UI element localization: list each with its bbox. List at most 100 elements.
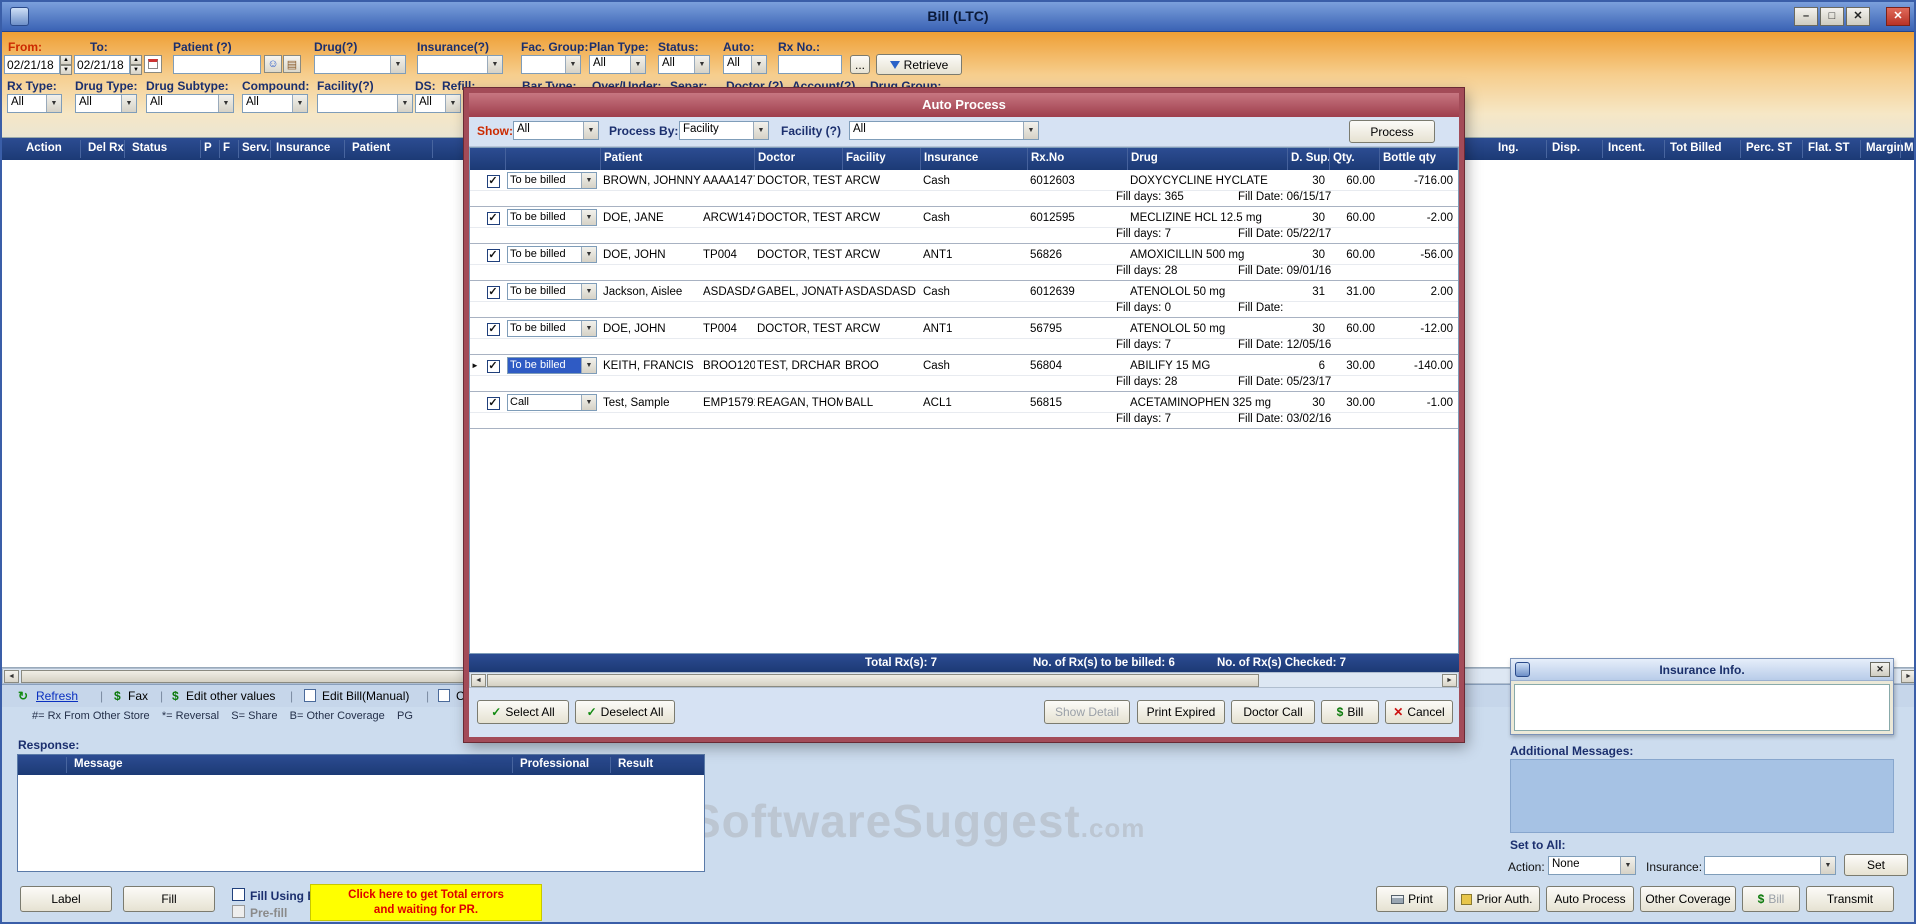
action-combo[interactable]: To be billed▼ — [507, 246, 597, 263]
rx-row[interactable]: To be billed▼ DOE, JANE ARCW147 DOCTOR, … — [470, 207, 1458, 244]
insurance-info-titlebar[interactable]: Insurance Info. ✕ — [1511, 659, 1893, 681]
more-button[interactable]: ... — [850, 55, 870, 74]
modal-bill-button[interactable]: $Bill — [1321, 700, 1379, 724]
col-margin[interactable]: Margin — [1866, 142, 1904, 154]
status-select[interactable]: All▼ — [658, 55, 710, 74]
row-checkbox[interactable] — [480, 284, 506, 299]
scroll-thumb[interactable] — [487, 674, 1259, 687]
action-combo[interactable]: To be billed▼ — [507, 209, 597, 226]
action-combo[interactable]: To be billed▼ — [507, 172, 597, 189]
rx-type-select[interactable]: All▼ — [7, 94, 62, 113]
deselect-all-button[interactable]: ✓Deselect All — [575, 700, 675, 724]
to-date-input[interactable] — [74, 55, 130, 74]
rx-no-input[interactable] — [778, 55, 842, 74]
facility-select[interactable]: ▼ — [317, 94, 413, 113]
label-button[interactable]: Label — [20, 886, 112, 912]
find-patient-icon[interactable]: ☺ — [264, 55, 282, 73]
rx-row[interactable]: To be billed▼ Jackson, Aislee ASDASDA GA… — [470, 281, 1458, 318]
col-perc-st[interactable]: Perc. ST — [1746, 142, 1792, 154]
patient-list-icon[interactable]: ▤ — [283, 55, 301, 73]
mcol-drug[interactable]: Drug — [1128, 148, 1288, 170]
col-patient[interactable]: Patient — [352, 142, 390, 154]
mcol-facility[interactable]: Facility — [843, 148, 921, 170]
drug-subtype-select[interactable]: All▼ — [146, 94, 234, 113]
insurance-select[interactable]: ▼ — [417, 55, 503, 74]
prior-auth-button[interactable]: Prior Auth. — [1454, 886, 1540, 912]
scroll-left-icon[interactable]: ◄ — [4, 670, 19, 683]
refresh-link[interactable]: Refresh — [36, 689, 78, 703]
col-serv[interactable]: Serv. — [242, 142, 269, 154]
ds-select[interactable]: All▼ — [415, 94, 461, 113]
close-button[interactable]: ✕ — [1886, 7, 1910, 26]
col-status[interactable]: Status — [132, 142, 167, 154]
col-flat-st[interactable]: Flat. ST — [1808, 142, 1850, 154]
set-action-select[interactable]: None▼ — [1548, 856, 1636, 875]
set-insurance-select[interactable]: ▼ — [1704, 856, 1836, 875]
row-checkbox[interactable] — [480, 321, 506, 336]
rx-row[interactable]: To be billed▼ DOE, JOHN TP004 DOCTOR, TE… — [470, 244, 1458, 281]
total-errors-notice[interactable]: Click here to get Total errors and waiti… — [310, 884, 542, 921]
print-button[interactable]: Print — [1376, 886, 1448, 912]
scroll-left-icon[interactable]: ◄ — [471, 674, 486, 687]
col-del-rx[interactable]: Del Rx — [88, 142, 124, 154]
fac-group-select[interactable]: ▼ — [521, 55, 581, 74]
mcol-doctor[interactable]: Doctor — [755, 148, 843, 170]
mcol-bottle-qty[interactable]: Bottle qty — [1380, 148, 1458, 170]
maximize-button[interactable]: □ — [1820, 7, 1844, 26]
to-date-spinner[interactable]: ▲▼ — [130, 55, 142, 74]
rx-row[interactable]: Call▼ Test, Sample EMP15791 REAGAN, THOM… — [470, 392, 1458, 429]
auto-process-title[interactable]: Auto Process — [469, 93, 1459, 117]
col-insurance[interactable]: Insurance — [276, 142, 330, 154]
minimize-button[interactable]: – — [1794, 7, 1818, 26]
modal-hscrollbar[interactable]: ◄ ► — [469, 672, 1459, 688]
col-incent[interactable]: Incent. — [1608, 142, 1645, 154]
row-checkbox[interactable] — [480, 210, 506, 225]
col-ing[interactable]: Ing. — [1498, 142, 1518, 154]
row-checkbox[interactable] — [480, 358, 506, 373]
edit-bill-manual-button[interactable]: Edit Bill(Manual) — [322, 689, 409, 703]
set-button[interactable]: Set — [1844, 854, 1908, 876]
fill-button[interactable]: Fill — [123, 886, 215, 912]
auto-process-button[interactable]: Auto Process — [1546, 886, 1634, 912]
col-disp[interactable]: Disp. — [1552, 142, 1580, 154]
row-checkbox[interactable] — [480, 247, 506, 262]
fax-button[interactable]: Fax — [128, 689, 148, 703]
edit-other-values-button[interactable]: Edit other values — [186, 689, 275, 703]
from-date-spinner[interactable]: ▲▼ — [60, 55, 72, 74]
select-all-button[interactable]: ✓Select All — [477, 700, 569, 724]
col-tot-billed[interactable]: Tot Billed — [1670, 142, 1722, 154]
process-button[interactable]: Process — [1349, 120, 1435, 143]
restore-button[interactable]: ✕ — [1846, 7, 1870, 26]
row-checkbox[interactable] — [480, 173, 506, 188]
mcol-qty[interactable]: Qty. — [1330, 148, 1380, 170]
col-p[interactable]: P — [204, 142, 212, 154]
fill-using-bill-qty-checkbox[interactable] — [232, 888, 245, 904]
process-by-select[interactable]: Facility▼ — [679, 121, 769, 140]
rx-row[interactable]: To be billed▼ BROWN, JOHNNY AAAA1477 DOC… — [470, 170, 1458, 207]
rx-row[interactable]: To be billed▼ KEITH, FRANCIS BROO1200 TE… — [470, 355, 1458, 392]
patient-input[interactable] — [173, 55, 261, 74]
cancel-button[interactable]: ✕Cancel — [1385, 700, 1453, 724]
auto-select[interactable]: All▼ — [723, 55, 767, 74]
calendar-icon[interactable] — [144, 55, 162, 73]
rx-row[interactable]: To be billed▼ DOE, JOHN TP004 DOCTOR, TE… — [470, 318, 1458, 355]
from-date-input[interactable] — [4, 55, 60, 74]
drug-type-select[interactable]: All▼ — [75, 94, 137, 113]
retrieve-button[interactable]: Retrieve — [876, 54, 962, 75]
col-action[interactable]: Action — [26, 142, 62, 154]
mcol-d-sup[interactable]: D. Sup. — [1288, 148, 1330, 170]
print-expired-button[interactable]: Print Expired — [1137, 700, 1225, 724]
action-combo[interactable]: To be billed▼ — [507, 283, 597, 300]
col-margin-2[interactable]: Margin — [1904, 142, 1914, 154]
modal-facility-select[interactable]: All▼ — [849, 121, 1039, 140]
action-combo[interactable]: To be billed▼ — [507, 320, 597, 337]
plan-type-select[interactable]: All▼ — [589, 55, 646, 74]
drug-select[interactable]: ▼ — [314, 55, 406, 74]
action-combo[interactable]: Call▼ — [507, 394, 597, 411]
scroll-right-icon[interactable]: ► — [1901, 670, 1916, 683]
action-combo[interactable]: To be billed▼ — [507, 357, 597, 374]
mcol-insurance[interactable]: Insurance — [921, 148, 1028, 170]
other-coverage-button[interactable]: Other Coverage — [1640, 886, 1736, 912]
col-f[interactable]: F — [223, 142, 230, 154]
transmit-button[interactable]: Transmit — [1806, 886, 1894, 912]
